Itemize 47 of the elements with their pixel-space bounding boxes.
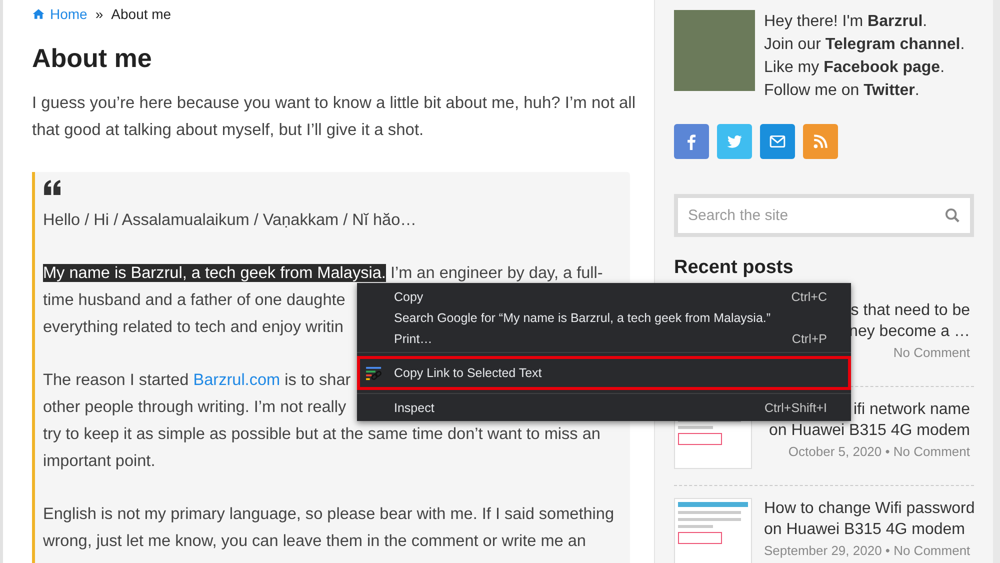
selected-text: My name is Barzrul, a tech geek from Malaysia. — [43, 264, 386, 282]
menu-item[interactable]: Search Google for “My name is Barzrul, a tech geek from Malaysia.” — [357, 307, 851, 328]
page-title: About me — [32, 43, 153, 74]
post-meta: October 5, 2020 • No Comment — [788, 443, 970, 461]
facebook-button[interactable] — [674, 124, 709, 159]
menu-item[interactable]: Copy Ctrl+C — [357, 286, 851, 307]
breadcrumb-current: About me — [111, 6, 172, 22]
quote-text-line: The reason I started Barzrul.com is to shar — [43, 370, 351, 391]
bird-icon — [726, 133, 743, 150]
menu-item[interactable]: Copy Link to Selected Text — [357, 356, 851, 390]
thumbnail-drawing[interactable] — [674, 498, 752, 563]
email-button[interactable] — [760, 124, 795, 159]
link-icon — [366, 366, 383, 381]
search-field[interactable]: Search the site — [674, 194, 974, 237]
intro-paragraph: I guess you’re here because you want to know a little bit about me, huh? I’m not all that good at talking about myself, but I’ll give it a shot. — [32, 93, 637, 141]
menu-item[interactable]: Inspect Ctrl+Shift+I — [357, 397, 851, 418]
quote-text-line: other people through writing. I’m not really — [43, 397, 346, 418]
search-icon[interactable] — [945, 208, 960, 223]
twitter-button[interactable] — [717, 124, 752, 159]
bio-text: Join our Telegram channel. — [764, 35, 965, 55]
bio-text: Follow me on Twitter. — [764, 81, 920, 101]
breadcrumb-link[interactable]: Home — [50, 6, 88, 22]
post-title-line[interactable]: How to change Wifi password — [764, 498, 975, 519]
bio-text: Hey there! I'm Barzrul. — [764, 12, 928, 32]
rss-button[interactable] — [803, 124, 838, 159]
home-icon — [32, 8, 45, 20]
breadcrumb-separator: » — [95, 6, 104, 22]
menu-item[interactable]: Print… Ctrl+P — [357, 328, 851, 349]
quote-text-line: Hello / Hi / Assalamualaikum / Vaṇakkam / Nĭ hăo… — [43, 210, 416, 231]
post-meta: No Comment — [893, 344, 970, 362]
post-title-line[interactable]: on Huawei B315 4G modem — [769, 420, 970, 441]
rss-icon — [812, 133, 829, 150]
bio-text: Like my Facebook page. — [764, 58, 946, 78]
quote-text-line: everything related to tech and enjoy writin — [43, 317, 344, 338]
quote-text-line: important point. — [43, 451, 156, 472]
quote-text-line: English is not my primary language, so please bear with me. If I said something — [43, 504, 614, 525]
quote-text-line: time husband and a father of one daughte — [43, 290, 346, 311]
envelope-icon — [769, 133, 786, 150]
quote-text-line: try to keep it as simple as possible but at the same time don’t want to miss an — [43, 424, 600, 445]
quote-icon — [43, 180, 62, 195]
post-meta: September 29, 2020 • No Comment — [764, 542, 972, 560]
quote-text-line: wrong, just let me know, you can leave them in the comment or write me an — [43, 531, 586, 552]
post-title-line[interactable]: ifi network name — [854, 399, 970, 420]
post-title-line[interactable]: on Huawei B315 4G modem — [764, 519, 975, 540]
post-title-line[interactable]: s that need to be — [850, 300, 970, 321]
quote-text-line: My name is Barzrul, a tech geek from Malaysia. I’m an engineer by day, a full- — [43, 263, 603, 284]
section-heading: Recent posts — [674, 257, 794, 279]
